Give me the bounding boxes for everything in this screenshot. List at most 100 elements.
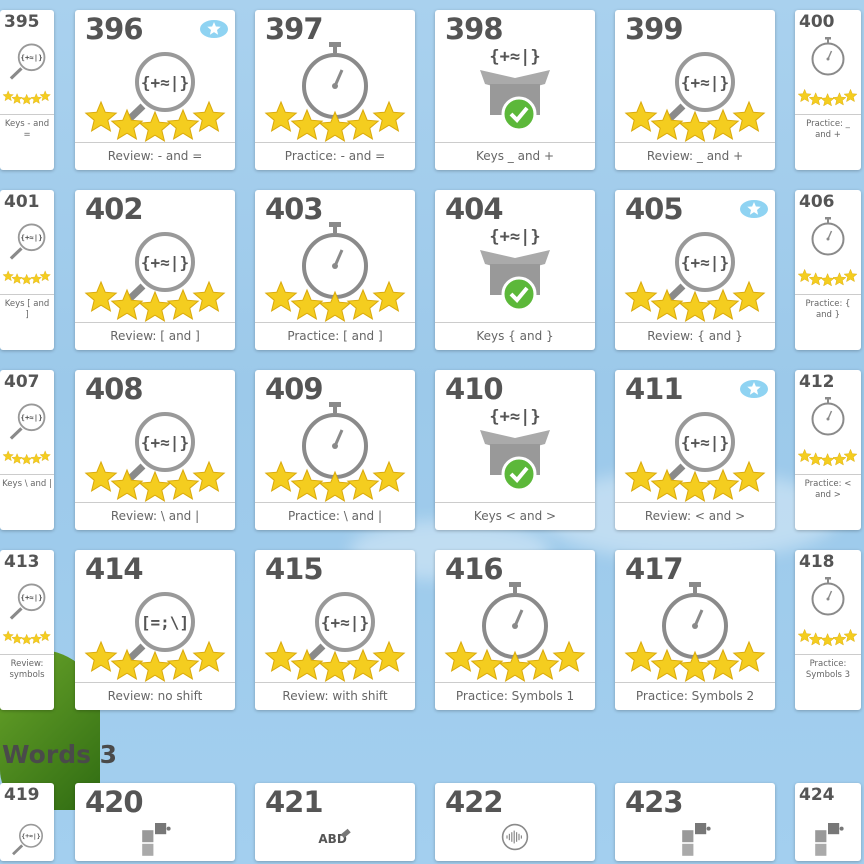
lesson-label: Practice: [ and ]: [255, 322, 415, 350]
lesson-card-404[interactable]: 404 {+≈|} Keys { and }: [435, 190, 595, 350]
lesson-card-423[interactable]: 423: [615, 783, 775, 861]
star-icon: [84, 280, 118, 312]
lesson-label: Practice: Symbols 1: [435, 682, 595, 710]
star-icon: [832, 272, 847, 286]
star-icon: [678, 290, 712, 322]
star-icon: [820, 273, 835, 287]
svg-text:{+≈|}: {+≈|}: [141, 253, 189, 273]
lesson-label: Review: no shift: [75, 682, 235, 710]
lesson-card-413[interactable]: 413 {+≈|} Review: symbols: [0, 550, 54, 710]
star-rating: [84, 640, 226, 682]
lesson-card-397[interactable]: 397 Practice: - and =: [255, 10, 415, 170]
lesson-card-412[interactable]: 412 Practice: < and >: [795, 370, 861, 530]
star-icon: [318, 290, 352, 322]
lesson-card-417[interactable]: 417 Practice: Symbols 2: [615, 550, 775, 710]
star-icon: [820, 93, 835, 107]
star-rating: [444, 640, 586, 682]
star-icon: [843, 448, 858, 463]
lesson-card-395[interactable]: 395 {+≈|} Keys - and =: [0, 10, 54, 170]
star-icon: [650, 108, 684, 140]
lesson-card-419[interactable]: 419 {+≈|}: [0, 783, 54, 861]
star-icon: [498, 650, 532, 682]
lesson-card-422[interactable]: 422: [435, 783, 595, 861]
lesson-card-414[interactable]: 414 [=;\] Review: no shift: [75, 550, 235, 710]
lesson-card-420[interactable]: 420: [75, 783, 235, 861]
lesson-card-408[interactable]: 408 {+≈|} Review: \ and |: [75, 370, 235, 530]
star-icon: [21, 93, 33, 105]
lesson-card-424[interactable]: 424: [795, 783, 861, 861]
lesson-card-405[interactable]: 405 {+≈|} Review: { and }: [615, 190, 775, 350]
wing-badge-icon: [200, 20, 228, 38]
star-rating: [624, 100, 766, 142]
lesson-card-409[interactable]: 409 Practice: \ and |: [255, 370, 415, 530]
lesson-label: Keys { and }: [435, 322, 595, 350]
star-icon: [11, 453, 23, 464]
star-icon: [11, 273, 23, 284]
star-icon: [39, 90, 51, 102]
lesson-card-398[interactable]: 398 {+≈|} Keys _ and +: [435, 10, 595, 170]
lesson-card-403[interactable]: 403 Practice: [ and ]: [255, 190, 415, 350]
star-icon: [30, 633, 42, 644]
star-icon: [166, 468, 200, 500]
star-icon: [624, 100, 658, 132]
star-icon: [264, 460, 298, 492]
star-icon: [372, 280, 406, 312]
star-icon: [138, 470, 172, 502]
star-icon: [84, 640, 118, 672]
star-icon: [732, 640, 766, 672]
wing-badge-icon: [740, 380, 768, 398]
svg-text:{+≈|}: {+≈|}: [21, 832, 40, 841]
star-icon: [110, 108, 144, 140]
lesson-card-418[interactable]: 418 Practice: Symbols 3: [795, 550, 861, 710]
lesson-card-410[interactable]: 410 {+≈|} Keys < and >: [435, 370, 595, 530]
star-icon: [2, 270, 14, 282]
star-icon: [138, 110, 172, 142]
lesson-number: 418: [799, 552, 835, 572]
star-rating: [2, 90, 51, 105]
lesson-card-407[interactable]: 407 {+≈|} Keys \ and |: [0, 370, 54, 530]
lesson-label: Review: _ and +: [615, 142, 775, 170]
star-icon: [346, 288, 380, 320]
star-icon: [138, 650, 172, 682]
lesson-card-400[interactable]: 400 Practice: _ and +: [795, 10, 861, 170]
star-icon: [318, 110, 352, 142]
svg-text:[=;\]: [=;\]: [141, 613, 189, 632]
lesson-card-399[interactable]: 399 {+≈|} Review: _ and +: [615, 10, 775, 170]
lesson-card-421[interactable]: 421 ABD: [255, 783, 415, 861]
lesson-number: 412: [799, 372, 835, 392]
star-icon: [820, 633, 835, 647]
star-rating: [84, 100, 226, 142]
lesson-card-415[interactable]: 415 {+≈|} Review: with shift: [255, 550, 415, 710]
star-icon: [110, 648, 144, 680]
star-icon: [470, 648, 504, 680]
star-rating: [624, 460, 766, 502]
star-icon: [843, 628, 858, 643]
lesson-label: Review: { and }: [615, 322, 775, 350]
lesson-label: Review: symbols: [0, 654, 54, 710]
wing-badge-icon: [740, 200, 768, 218]
lesson-label: Keys \ and |: [0, 474, 54, 530]
star-icon: [264, 100, 298, 132]
star-icon: [797, 268, 812, 283]
lesson-card-406[interactable]: 406 Practice: { and }: [795, 190, 861, 350]
star-icon: [444, 640, 478, 672]
lesson-card-402[interactable]: 402 {+≈|} Review: [ and ]: [75, 190, 235, 350]
star-icon: [192, 460, 226, 492]
star-icon: [39, 270, 51, 282]
star-icon: [832, 452, 847, 466]
lesson-number: 406: [799, 192, 835, 212]
svg-text:{+≈|}: {+≈|}: [321, 613, 369, 633]
star-icon: [372, 640, 406, 672]
lesson-number: 400: [799, 12, 835, 32]
star-icon: [290, 648, 324, 680]
star-rating: [84, 460, 226, 502]
star-rating: [2, 270, 51, 285]
star-rating: [624, 280, 766, 322]
lesson-card-396[interactable]: 396 {+≈|} Review: - and =: [75, 10, 235, 170]
lesson-card-401[interactable]: 401 {+≈|} Keys [ and ]: [0, 190, 54, 350]
lesson-card-411[interactable]: 411 {+≈|} Review: < and >: [615, 370, 775, 530]
star-icon: [2, 90, 14, 102]
svg-text:{+≈|}: {+≈|}: [489, 227, 540, 247]
lesson-number: 413: [4, 552, 40, 572]
lesson-card-416[interactable]: 416 Practice: Symbols 1: [435, 550, 595, 710]
